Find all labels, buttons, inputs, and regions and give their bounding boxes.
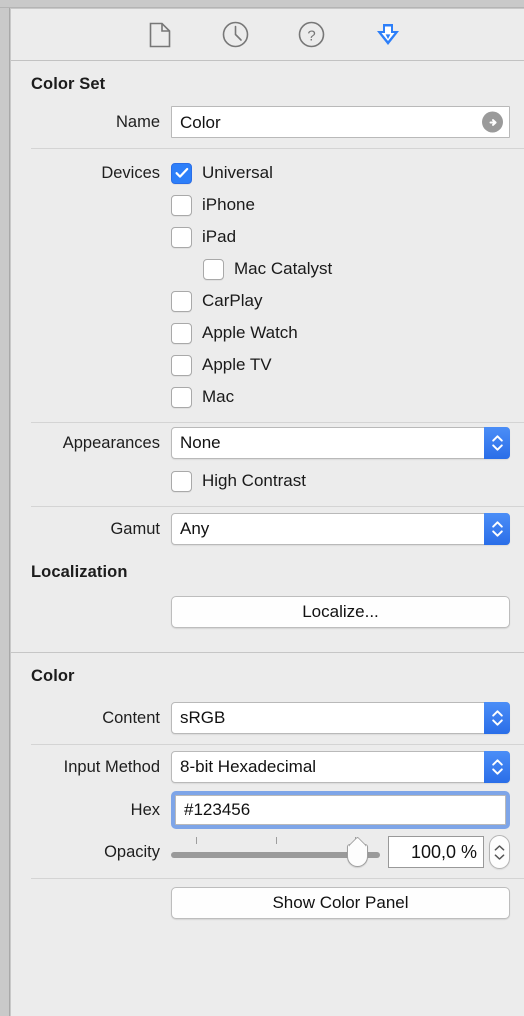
checkbox-box-high-contrast[interactable]: [171, 470, 192, 492]
chevron-updown-icon-gamut[interactable]: [484, 513, 510, 545]
content-value: sRGB: [180, 708, 226, 727]
devices-row-mac-catalyst: Mac Catalyst: [11, 253, 524, 285]
chevron-updown-icon-input-method[interactable]: [484, 751, 510, 783]
chevron-updown-icon-content[interactable]: [484, 702, 510, 734]
opacity-slider[interactable]: [171, 836, 380, 868]
opacity-value-field[interactable]: 100,0 %: [388, 836, 484, 868]
appearances-value: None: [180, 433, 221, 452]
checkbox-universal[interactable]: Universal: [171, 157, 273, 189]
checkbox-box-mac-catalyst[interactable]: [203, 258, 224, 280]
localization-title: Localization: [31, 563, 128, 581]
checkbox-box-mac[interactable]: [171, 386, 192, 408]
localization-section-header: Localization: [11, 551, 524, 594]
window-left-edge: [0, 8, 10, 1016]
localization-bottom-spacer: [11, 630, 524, 652]
checkbox-label-mac: Mac: [202, 387, 235, 406]
checkbox-apple-watch[interactable]: Apple Watch: [171, 317, 298, 349]
color-section-header: Color: [11, 653, 524, 698]
window-top-strip: [0, 0, 524, 8]
content-select[interactable]: sRGB: [171, 702, 510, 734]
file-inspector-icon[interactable]: [143, 18, 177, 52]
opacity-row: Opacity 100,0 %: [11, 831, 524, 873]
devices-label: Devices: [101, 163, 160, 182]
devices-group: Devices Universal iPhone iPad Mac Cataly…: [11, 149, 524, 413]
hex-input[interactable]: #123456: [175, 795, 506, 825]
chevron-updown-icon-appearances[interactable]: [484, 427, 510, 459]
input-method-value: 8-bit Hexadecimal: [180, 757, 317, 776]
checkbox-label-universal: Universal: [202, 163, 273, 182]
input-method-label: Input Method: [63, 757, 160, 776]
circle-right-arrow-icon[interactable]: [482, 111, 503, 133]
devices-row-apple-watch: Apple Watch: [11, 317, 524, 349]
checkbox-apple-tv[interactable]: Apple TV: [171, 349, 272, 381]
show-color-panel-row: Show Color Panel: [11, 879, 524, 919]
checkbox-label-carplay: CarPlay: [202, 291, 263, 310]
hex-value: #123456: [184, 800, 251, 819]
color-set-section-header: Color Set: [11, 61, 524, 104]
input-method-row: Input Method 8-bit Hexadecimal: [11, 745, 524, 789]
opacity-stepper[interactable]: [489, 835, 510, 869]
color-title: Color: [31, 667, 75, 685]
checkbox-high-contrast[interactable]: High Contrast: [171, 465, 306, 497]
name-row: Name Color: [11, 104, 524, 140]
gamut-value: Any: [180, 519, 210, 538]
devices-row-iphone: iPhone: [11, 189, 524, 221]
devices-row-mac: Mac: [11, 381, 524, 413]
appearances-label: Appearances: [62, 433, 160, 452]
inspector-toolbar: ?: [11, 9, 524, 61]
high-contrast-row: High Contrast: [11, 463, 524, 499]
checkbox-mac-catalyst[interactable]: Mac Catalyst: [203, 253, 332, 285]
checkbox-box-iphone[interactable]: [171, 194, 192, 216]
opacity-value: 100,0 %: [410, 841, 477, 862]
localize-row: Localize...: [11, 594, 524, 630]
checkbox-label-apple-watch: Apple Watch: [202, 323, 298, 342]
name-label: Name: [115, 112, 160, 131]
checkbox-label-iphone: iPhone: [202, 195, 255, 214]
checkbox-label-ipad: iPad: [202, 227, 237, 246]
hex-input-focus-ring: #123456: [171, 791, 510, 829]
appearances-select[interactable]: None: [171, 427, 510, 459]
checkbox-label-high-contrast: High Contrast: [202, 471, 306, 490]
devices-row-apple-tv: Apple TV: [11, 349, 524, 381]
show-color-panel-button[interactable]: Show Color Panel: [171, 887, 510, 919]
hex-label: Hex: [130, 800, 160, 819]
checkbox-ipad[interactable]: iPad: [171, 221, 236, 253]
checkbox-carplay[interactable]: CarPlay: [171, 285, 262, 317]
devices-row-carplay: CarPlay: [11, 285, 524, 317]
hex-row: Hex #123456: [11, 789, 524, 831]
inspector-window: ? Color Set Name Color Devices Universal…: [0, 0, 524, 1016]
checkbox-box-universal[interactable]: [171, 162, 192, 184]
attributes-inspector-panel: ? Color Set Name Color Devices Universal…: [11, 9, 524, 1016]
checkbox-iphone[interactable]: iPhone: [171, 189, 255, 221]
checkbox-label-mac-catalyst: Mac Catalyst: [234, 259, 333, 278]
name-value: Color: [180, 112, 221, 132]
localize-button[interactable]: Localize...: [171, 596, 510, 628]
gamut-select[interactable]: Any: [171, 513, 510, 545]
devices-row-universal: Devices Universal: [11, 157, 524, 189]
gamut-label: Gamut: [110, 519, 160, 538]
input-method-select[interactable]: 8-bit Hexadecimal: [171, 751, 510, 783]
devices-row-ipad: iPad: [11, 221, 524, 253]
checkbox-box-apple-tv[interactable]: [171, 354, 192, 376]
opacity-label: Opacity: [104, 842, 160, 861]
checkbox-label-apple-tv: Apple TV: [202, 355, 272, 374]
history-inspector-icon[interactable]: [219, 18, 253, 52]
checkbox-box-ipad[interactable]: [171, 226, 192, 248]
appearances-row: Appearances None: [11, 423, 524, 463]
help-inspector-icon[interactable]: ?: [295, 18, 329, 52]
content-label: Content: [102, 708, 160, 727]
attributes-inspector-icon[interactable]: [371, 18, 405, 52]
opacity-slider-thumb[interactable]: [346, 844, 368, 867]
name-input[interactable]: Color: [171, 106, 510, 138]
checkbox-mac[interactable]: Mac: [171, 381, 234, 413]
checkbox-box-apple-watch[interactable]: [171, 322, 192, 344]
color-set-title: Color Set: [31, 75, 106, 93]
svg-text:?: ?: [307, 28, 315, 45]
checkbox-box-carplay[interactable]: [171, 290, 192, 312]
content-row: Content sRGB: [11, 698, 524, 738]
gamut-row: Gamut Any: [11, 507, 524, 551]
